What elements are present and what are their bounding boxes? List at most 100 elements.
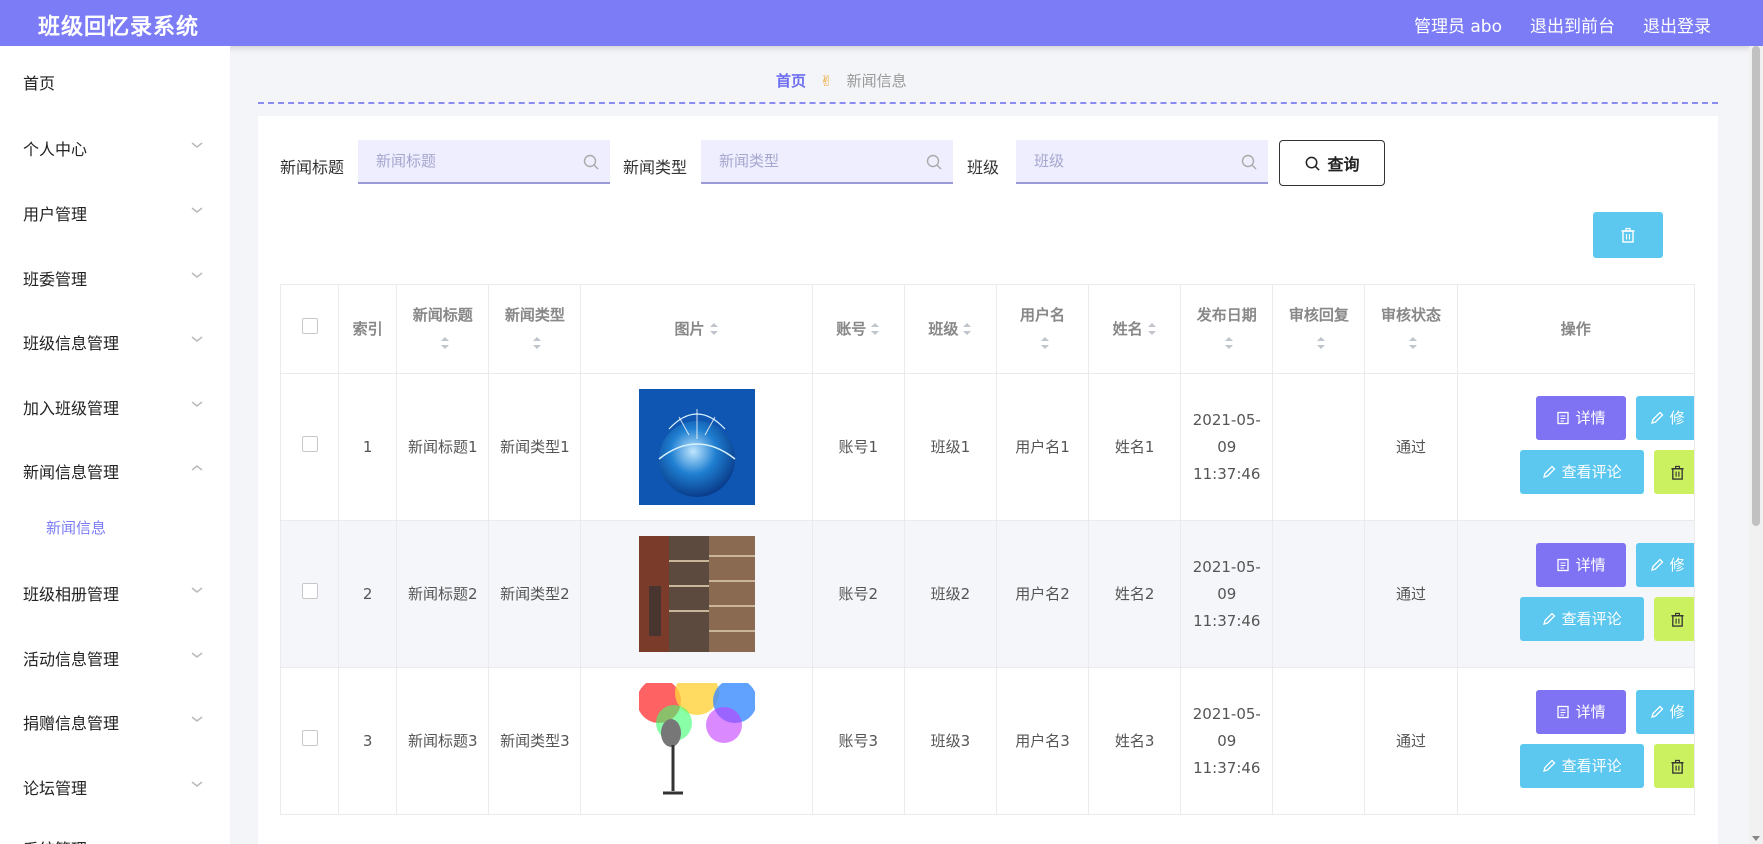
cell-account: 账号3 [811, 667, 905, 815]
edit-button[interactable]: 修 [1635, 690, 1694, 734]
sidebar-item-label: 班级相册管理 [23, 585, 120, 604]
cell-date: 2021-05-09 11:37:46 [1180, 520, 1274, 668]
col-image[interactable]: 图片 [580, 284, 813, 374]
col-title[interactable]: 新闻标题 [396, 284, 490, 374]
cell-index: 3 [338, 667, 398, 815]
col-account-label: 账号 [836, 319, 867, 338]
edit-button[interactable]: 修 [1635, 396, 1694, 440]
sidebar-item-system-management[interactable]: 系统管理 [0, 834, 230, 844]
edit-icon [1650, 705, 1664, 718]
back-to-front-link[interactable]: 退出到前台 [1530, 12, 1615, 37]
sidebar-item-class-info-management[interactable]: 班级信息管理 [0, 328, 230, 353]
sort-icon [1316, 336, 1325, 349]
sidebar-item-personal-center[interactable]: 个人中心 [0, 134, 230, 159]
sidebar-item-home[interactable]: 首页 [0, 68, 230, 93]
delete-button[interactable] [1653, 450, 1694, 494]
sidebar-item-forum-management[interactable]: 论坛管理 [0, 773, 230, 798]
col-image-label: 图片 [674, 319, 705, 338]
sort-icon [1147, 323, 1156, 335]
sidebar-item-label: 活动信息管理 [23, 650, 120, 669]
scrollbar-thumb[interactable] [1752, 46, 1760, 526]
top-bar: 班级回忆录系统 管理员 abo 退出到前台 退出登录 [0, 0, 1763, 46]
delete-button[interactable] [1653, 744, 1694, 788]
select-all-cell [279, 284, 340, 374]
content-panel: 新闻标题 新闻类型 班级 查询 [258, 116, 1718, 844]
query-button[interactable]: 查询 [1279, 140, 1385, 186]
view-comments-button[interactable]: 查看评论 [1519, 597, 1644, 641]
bulk-delete-button[interactable] [1593, 212, 1663, 258]
query-button-label: 查询 [1327, 155, 1360, 174]
sidebar-item-album-management[interactable]: 班级相册管理 [0, 579, 230, 604]
sidebar-subitem-news-info[interactable]: 新闻信息 [46, 517, 106, 538]
main-content: 首页 ✌ 新闻信息 新闻标题 新闻类型 班级 查询 [230, 46, 1763, 844]
breadcrumb-home[interactable]: 首页 [776, 70, 806, 91]
cell-account: 账号2 [811, 520, 905, 668]
chevron-down-icon [191, 652, 203, 658]
edit-button-label: 修 [1669, 555, 1685, 574]
search-icon [1241, 154, 1257, 170]
col-reply[interactable]: 审核回复 [1272, 284, 1366, 374]
cell-name: 姓名1 [1088, 373, 1182, 521]
row-checkbox[interactable] [301, 582, 318, 599]
detail-button[interactable]: 详情 [1535, 396, 1626, 440]
col-username[interactable]: 用户名 [995, 284, 1090, 374]
title-label: 新闻标题 [280, 158, 345, 177]
logout-link[interactable]: 退出登录 [1643, 12, 1711, 37]
hand-icon: ✌ [820, 71, 833, 90]
view-comments-label: 查看评论 [1561, 609, 1622, 628]
col-type[interactable]: 新闻类型 [488, 284, 582, 374]
type-search-input[interactable] [701, 140, 953, 184]
sidebar-item-label: 捐赠信息管理 [23, 714, 120, 733]
cell-index: 1 [338, 373, 398, 521]
breadcrumb: 首页 ✌ 新闻信息 [776, 70, 907, 91]
sort-icon [963, 323, 972, 335]
col-account[interactable]: 账号 [811, 284, 905, 374]
select-all-checkbox[interactable] [301, 317, 318, 334]
class-search-input[interactable] [1016, 140, 1268, 184]
col-name-label: 姓名 [1112, 319, 1143, 338]
detail-button-label: 详情 [1575, 408, 1606, 427]
table-row: 2 新闻标题2 新闻类型2 账号2 班级2 用户名2 姓名2 2021-05-0… [279, 520, 1696, 668]
row-checkbox[interactable] [301, 729, 318, 746]
news-thumbnail-globe[interactable] [638, 389, 755, 505]
view-comments-button[interactable]: 查看评论 [1519, 744, 1644, 788]
view-comments-button[interactable]: 查看评论 [1519, 450, 1644, 494]
sort-icon [871, 323, 880, 335]
chevron-down-icon [191, 336, 203, 342]
col-name[interactable]: 姓名 [1088, 284, 1182, 374]
sidebar-item-join-class-management[interactable]: 加入班级管理 [0, 393, 230, 418]
cell-date: 2021-05-09 11:37:46 [1180, 667, 1274, 815]
cell-image [580, 373, 813, 521]
scroll-down-arrow-icon[interactable] [1752, 834, 1760, 842]
sidebar-item-news-management[interactable]: 新闻信息管理 [0, 457, 230, 482]
news-thumbnail-library[interactable] [638, 536, 755, 652]
sidebar-item-donation-management[interactable]: 捐赠信息管理 [0, 708, 230, 733]
sidebar-item-label: 加入班级管理 [23, 399, 120, 418]
delete-button[interactable] [1653, 597, 1694, 641]
sidebar-item-label: 系统管理 [23, 836, 87, 844]
edit-button[interactable]: 修 [1635, 543, 1694, 587]
title-search-input[interactable] [358, 140, 610, 184]
col-class[interactable]: 班级 [903, 284, 997, 374]
search-icon [583, 154, 599, 170]
col-ops: 操作 [1456, 284, 1696, 374]
chevron-down-icon [191, 587, 203, 593]
sidebar-item-label: 新闻信息管理 [23, 463, 120, 482]
edit-icon [1542, 759, 1555, 772]
chevron-down-icon [191, 207, 203, 213]
cell-type: 新闻类型3 [488, 667, 582, 815]
cell-date: 2021-05-09 11:37:46 [1180, 373, 1274, 521]
sidebar-item-committee-management[interactable]: 班委管理 [0, 264, 230, 289]
detail-button[interactable]: 详情 [1535, 690, 1626, 734]
col-date[interactable]: 发布日期 [1180, 284, 1274, 374]
breadcrumb-current: 新闻信息 [846, 72, 907, 90]
detail-button[interactable]: 详情 [1535, 543, 1626, 587]
sidebar-item-activity-management[interactable]: 活动信息管理 [0, 644, 230, 669]
col-status[interactable]: 审核状态 [1364, 284, 1458, 374]
cell-type: 新闻类型1 [488, 373, 582, 521]
row-checkbox[interactable] [301, 435, 318, 452]
sidebar-item-user-management[interactable]: 用户管理 [0, 199, 230, 224]
admin-user-label[interactable]: 管理员 abo [1414, 12, 1502, 37]
news-thumbnail-microphone[interactable] [638, 683, 755, 799]
document-icon [1556, 411, 1569, 425]
